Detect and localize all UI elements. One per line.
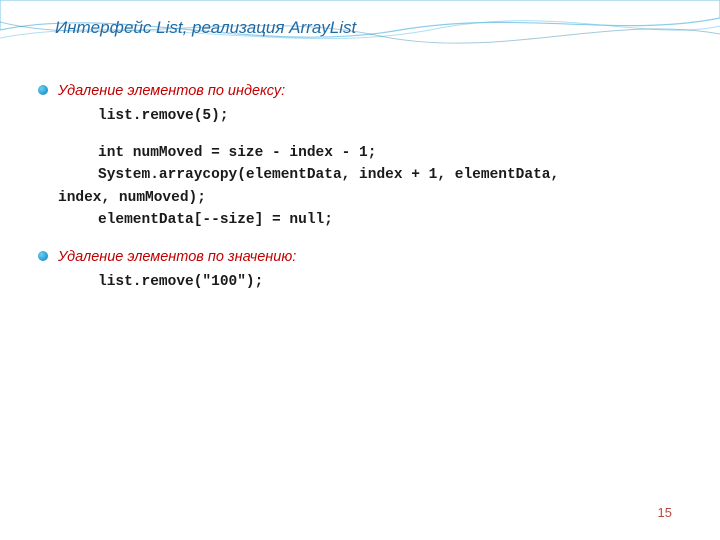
code-line: list.remove("100"); [40,271,680,293]
slide-content: Удаление элементов по индексу: list.remo… [40,80,680,294]
code-line: System.arraycopy(elementData, index + 1,… [40,164,680,186]
code-line: int numMoved = size - index - 1; [40,142,680,164]
bullet-icon [38,251,48,261]
code-line: elementData[--size] = null; [40,209,680,231]
heading-remove-by-index: Удаление элементов по индексу: [58,83,285,99]
code-line: list.remove(5); [40,105,680,127]
code-line: index, numMoved); [40,187,680,209]
bullet-item-remove-by-value: Удаление элементов по значению: [40,246,680,268]
slide-title: Интерфейс List, реализация ArrayList [55,18,356,38]
bullet-item-remove-by-index: Удаление элементов по индексу: [40,80,680,102]
page-number: 15 [658,505,672,520]
heading-remove-by-value: Удаление элементов по значению: [58,249,296,265]
bullet-icon [38,85,48,95]
